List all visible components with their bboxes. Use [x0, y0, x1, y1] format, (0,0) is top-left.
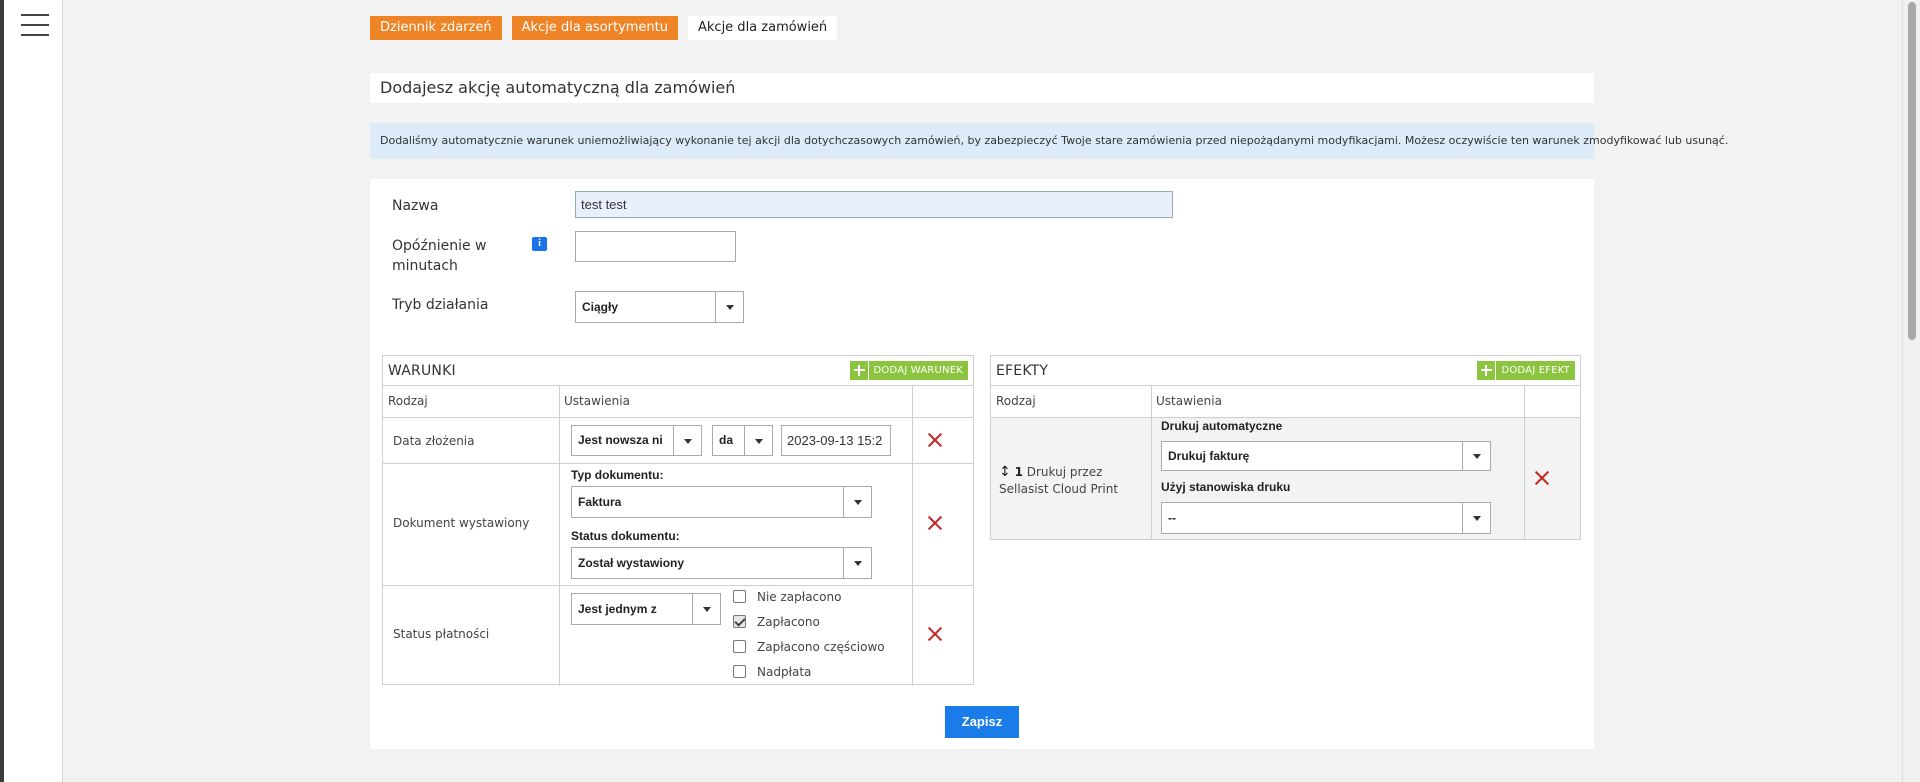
tab-assortment-actions[interactable]: Akcje dla asortymentu	[511, 16, 678, 40]
checkbox-paid[interactable]	[733, 615, 746, 628]
effect-label-line2: Sellasist Cloud Print	[999, 482, 1119, 496]
plus-icon	[1477, 361, 1497, 380]
payment-option-overpaid-label: Nadpłata	[757, 665, 812, 679]
effects-box: EFEKTY DODAJ EFEKT Rodzaj Ustawienia ↕ 1…	[990, 355, 1581, 540]
add-condition-button[interactable]: DODAJ WARUNEK	[849, 361, 968, 380]
payment-option-overpaid[interactable]: Nadpłata	[733, 665, 883, 681]
effects-col-type: Rodzaj	[996, 394, 1036, 408]
chevron-down-icon	[744, 426, 772, 455]
conditions-col-settings: Ustawienia	[564, 394, 630, 408]
tab-event-log[interactable]: Dziennik zdarzeń	[370, 16, 502, 40]
conditions-header: WARUNKI DODAJ WARUNEK	[383, 356, 973, 386]
doc-status-select[interactable]: Został wystawiony	[571, 547, 872, 579]
checkbox-overpaid[interactable]	[733, 665, 746, 678]
chevron-down-icon	[843, 548, 871, 578]
hamburger-menu-icon[interactable]	[21, 14, 49, 38]
payment-option-partially-paid[interactable]: Zapłacono częściowo	[733, 640, 885, 656]
payment-option-partially-paid-label: Zapłacono częściowo	[757, 640, 885, 654]
chevron-down-icon	[673, 426, 701, 455]
payment-option-unpaid[interactable]: Nie zapłacono	[733, 590, 883, 606]
add-effect-button[interactable]: DODAJ EFEKT	[1477, 361, 1575, 380]
doc-type-value: Faktura	[578, 495, 622, 509]
condition-row-document-label: Dokument wystawiony	[393, 516, 530, 530]
info-icon[interactable]: i	[532, 237, 547, 251]
auto-print-value: Drukuj fakturę	[1168, 449, 1250, 463]
delete-condition-2-icon[interactable]	[927, 515, 943, 531]
tab-order-actions[interactable]: Akcje dla zamówień	[688, 16, 838, 40]
top-tabs: Dziennik zdarzeń Akcje dla asortymentu A…	[370, 16, 838, 40]
delay-label-line2: minutach	[392, 258, 458, 274]
auto-print-label: Drukuj automatyczne	[1161, 419, 1283, 433]
checkbox-partially-paid[interactable]	[733, 640, 746, 653]
save-button[interactable]: Zapisz	[945, 706, 1019, 738]
payment-option-unpaid-label: Nie zapłacono	[757, 590, 842, 604]
page-title: Dodajesz akcję automatyczną dla zamówień	[370, 73, 1594, 103]
condition-date-operator-select[interactable]: Jest nowsza ni	[571, 425, 702, 456]
condition-date-unit-select[interactable]: da	[712, 425, 773, 456]
payment-status-options: Nie zapłacono Zapłacono Zapłacono części…	[733, 590, 908, 685]
condition-date-input[interactable]: 2023-09-13 15:2	[781, 425, 891, 456]
payment-operator-select[interactable]: Jest jednym z	[571, 593, 721, 625]
mode-label: Tryb działania	[392, 297, 489, 313]
effect-label-line1: Drukuj przez	[1026, 465, 1103, 479]
conditions-col-type: Rodzaj	[388, 394, 428, 408]
doc-status-label: Status dokumentu:	[571, 529, 680, 543]
print-station-value: --	[1168, 511, 1176, 525]
doc-status-value: Został wystawiony	[578, 556, 685, 570]
auto-print-select[interactable]: Drukuj fakturę	[1161, 441, 1491, 471]
scrollbar-thumb[interactable]	[1908, 2, 1916, 340]
delete-condition-1-icon[interactable]	[927, 432, 943, 448]
chevron-down-icon	[1462, 503, 1490, 533]
chevron-down-icon	[715, 292, 743, 322]
vertical-scrollbar[interactable]	[1902, 0, 1920, 782]
drag-handle-icon[interactable]: ↕	[999, 464, 1011, 480]
condition-date-unit-value: da	[719, 433, 734, 447]
delete-effect-1-icon[interactable]	[1534, 470, 1550, 486]
add-condition-label: DODAJ WARUNEK	[873, 365, 963, 376]
chevron-down-icon	[843, 487, 871, 517]
doc-type-label: Typ dokumentu:	[571, 468, 664, 482]
delay-label: Opóźnienie w minutach	[392, 236, 486, 276]
condition-date-operator-value: Jest nowsza ni	[578, 433, 663, 447]
name-label: Nazwa	[392, 198, 439, 214]
add-effect-label: DODAJ EFEKT	[1501, 365, 1570, 376]
conditions-box: WARUNKI DODAJ WARUNEK Rodzaj Ustawienia …	[382, 355, 974, 686]
action-form: Nazwa test test Opóźnienie w minutach i …	[370, 179, 1594, 749]
effects-header: EFEKTY DODAJ EFEKT	[991, 356, 1580, 386]
print-station-select[interactable]: --	[1161, 502, 1491, 534]
print-station-label: Użyj stanowiska druku	[1161, 480, 1291, 494]
condition-row-order-date-label: Data złożenia	[393, 434, 475, 448]
effect-type-cell: ↕ 1 Drukuj przez Sellasist Cloud Print	[999, 464, 1118, 498]
delay-input[interactable]	[575, 231, 736, 262]
effect-count: 1	[1014, 465, 1023, 479]
delete-condition-3-icon[interactable]	[927, 626, 943, 642]
chevron-down-icon	[692, 594, 720, 624]
info-message: Dodaliśmy automatycznie warunek uniemożl…	[370, 123, 1728, 159]
delay-label-line1: Opóźnienie w	[392, 238, 487, 254]
checkbox-unpaid[interactable]	[733, 590, 746, 603]
conditions-title: WARUNKI	[388, 363, 456, 379]
effect-row: ↕ 1 Drukuj przez Sellasist Cloud Print D…	[991, 418, 1580, 539]
payment-operator-value: Jest jednym z	[578, 602, 657, 616]
name-input[interactable]: test test	[575, 191, 1173, 218]
side-navigation	[0, 0, 63, 782]
plus-icon	[850, 361, 869, 380]
effects-title: EFEKTY	[996, 363, 1049, 379]
chevron-down-icon	[1462, 442, 1490, 470]
doc-type-select[interactable]: Faktura	[571, 486, 872, 518]
mode-select[interactable]: Ciągły	[575, 291, 744, 323]
mode-select-value: Ciągły	[582, 300, 619, 314]
condition-row-payment-label: Status płatności	[393, 627, 490, 641]
payment-option-paid-label: Zapłacono	[757, 615, 820, 629]
effects-col-settings: Ustawienia	[1156, 394, 1222, 408]
payment-option-paid[interactable]: Zapłacono	[733, 615, 883, 631]
